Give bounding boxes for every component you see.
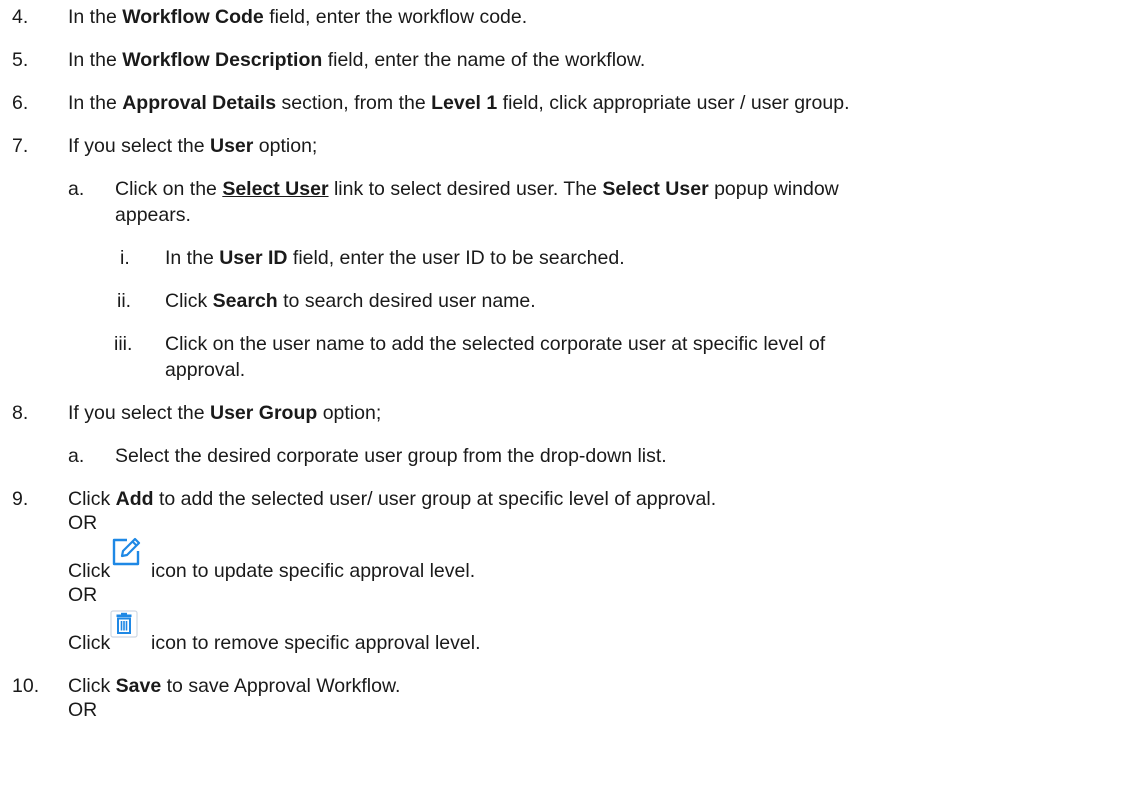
or-label: OR [68,512,98,534]
step-9-delete-desc: icon to remove specific approval level. [151,632,481,654]
step-7a-text-cont: appears. [115,204,191,226]
step-7aiii-text: Click on the user name to add the select… [165,333,826,355]
step-number: 9. [12,488,29,510]
step-10-text: Click Save to save Approval Workflow. [68,675,401,697]
step-9-edit-desc: icon to update specific approval level. [151,560,476,582]
step-7-text: If you select the User option; [68,135,318,157]
step-number: 4. [12,6,29,28]
step-number: 10. [12,675,40,697]
step-number: 7. [12,135,29,157]
step-number: 5. [12,49,29,71]
substep-roman: ii. [117,290,132,312]
substep-roman: i. [120,247,130,269]
step-number: 8. [12,402,29,424]
step-9-text: Click Add to add the selected user/ user… [68,488,717,510]
select-user-link[interactable]: Select User [222,178,328,200]
step-6-text: In the Approval Details section, from th… [68,92,850,114]
or-label: OR [68,584,98,606]
substep-roman: iii. [114,333,133,355]
trash-icon [110,610,138,638]
step-9-delete-click: Click [68,632,111,654]
step-7a-text: Click on the Select User link to select … [115,178,839,200]
step-7aii-text: Click Search to search desired user name… [165,290,536,312]
edit-icon [112,537,141,566]
step-8a-text: Select the desired corporate user group … [115,445,667,467]
or-label: OR [68,699,98,721]
step-7aiii-text-cont: approval. [165,359,246,381]
step-9-edit-click: Click [68,560,111,582]
step-number: 6. [12,92,29,114]
step-4-text: In the Workflow Code field, enter the wo… [68,6,528,28]
step-5-text: In the Workflow Description field, enter… [68,49,646,71]
step-8-text: If you select the User Group option; [68,402,382,424]
substep-letter: a. [68,178,85,200]
substep-letter: a. [68,445,85,467]
step-7ai-text: In the User ID field, enter the user ID … [165,247,625,269]
